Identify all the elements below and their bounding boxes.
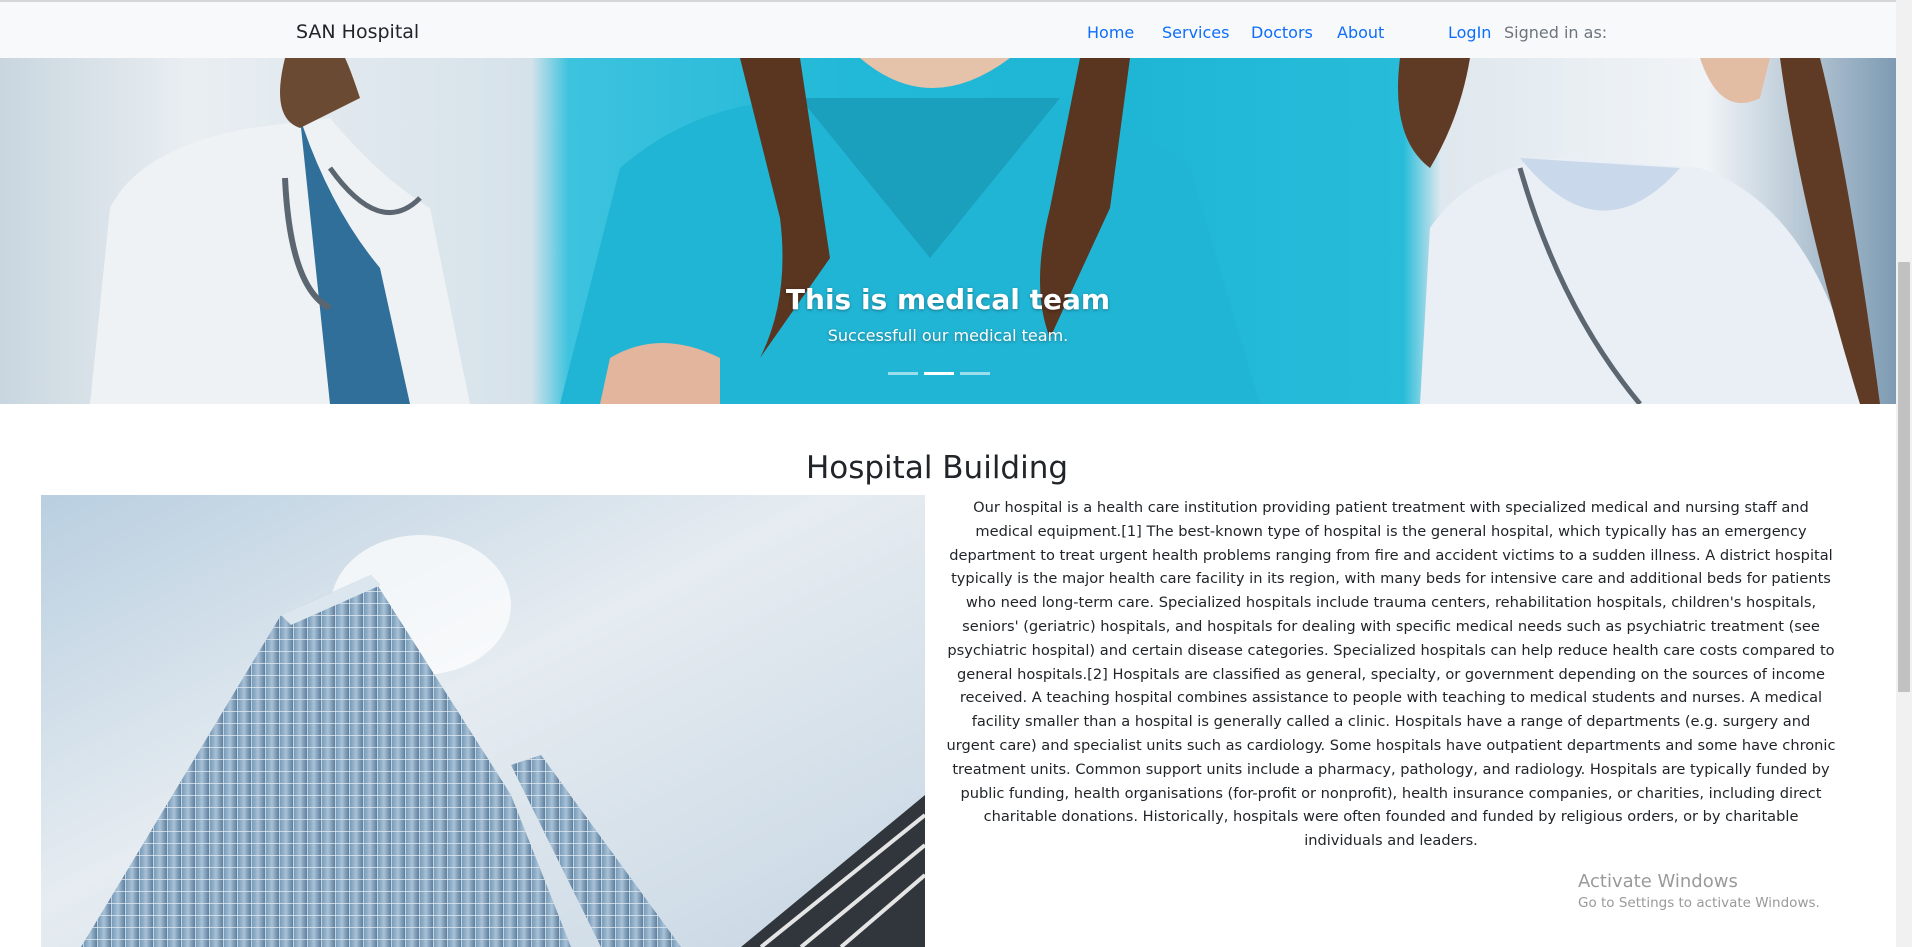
hero-carousel[interactable]: This is medical team Successfull our med… bbox=[0, 58, 1896, 404]
signed-in-text: Signed in as: bbox=[1504, 23, 1608, 42]
page: SAN Hospital Home Services Doctors About… bbox=[0, 0, 1896, 947]
hospital-building-image bbox=[41, 495, 925, 947]
carousel-indicator-1[interactable] bbox=[888, 372, 918, 375]
nav-login-link[interactable]: LogIn bbox=[1448, 23, 1491, 42]
carousel-indicators bbox=[888, 372, 990, 375]
nav-doctors-link[interactable]: Doctors bbox=[1251, 23, 1313, 42]
vertical-scrollbar[interactable] bbox=[1896, 0, 1912, 947]
brand-link[interactable]: SAN Hospital bbox=[296, 21, 419, 43]
nav-about-link[interactable]: About bbox=[1337, 23, 1384, 42]
activate-windows-hint: Go to Settings to activate Windows. bbox=[1578, 895, 1820, 911]
scrollbar-thumb[interactable] bbox=[1898, 262, 1910, 692]
hospital-description: Our hospital is a health care institutio… bbox=[946, 499, 1836, 850]
section-title: Hospital Building bbox=[805, 450, 1069, 486]
carousel-caption-title: This is medical team bbox=[785, 283, 1111, 316]
activate-windows-title: Activate Windows bbox=[1578, 871, 1738, 892]
navbar: SAN Hospital Home Services Doctors About… bbox=[0, 0, 1896, 58]
activate-windows-watermark: Activate Windows Go to Settings to activ… bbox=[1578, 871, 1820, 911]
nav-services-link[interactable]: Services bbox=[1162, 23, 1229, 42]
carousel-indicator-2[interactable] bbox=[924, 372, 954, 375]
carousel-indicator-3[interactable] bbox=[960, 372, 990, 375]
carousel-caption-subtitle: Successfull our medical team. bbox=[827, 326, 1069, 345]
nav-home-link[interactable]: Home bbox=[1087, 23, 1134, 42]
medical-team-image bbox=[90, 58, 1880, 404]
browser-viewport: SAN Hospital Home Services Doctors About… bbox=[0, 0, 1912, 947]
